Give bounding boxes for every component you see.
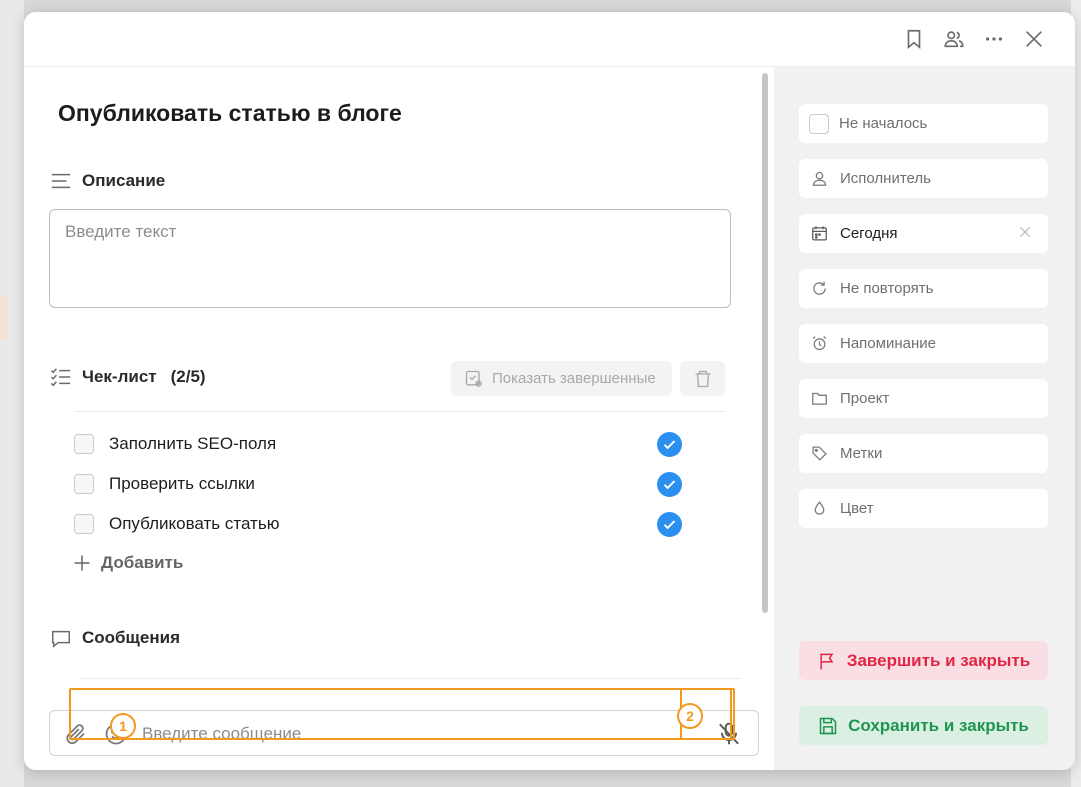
background-page-left	[0, 0, 24, 787]
checklist-item-label[interactable]: Проверить ссылки	[109, 474, 255, 494]
calendar-icon	[812, 226, 827, 241]
save-and-close-button[interactable]: Сохранить и закрыть	[799, 706, 1048, 745]
chat-bubble-icon	[52, 630, 70, 648]
checklist-label: Чек-лист	[82, 367, 157, 386]
bookmark-button[interactable]	[901, 26, 927, 52]
add-checklist-item-label: Добавить	[101, 553, 184, 572]
status-field[interactable]: Не началось	[799, 104, 1048, 143]
check-icon	[663, 520, 676, 530]
close-button[interactable]	[1021, 26, 1047, 52]
show-completed-label: Показать завершенные	[492, 370, 656, 387]
clear-date-icon[interactable]	[1018, 225, 1032, 239]
background-accent	[0, 296, 8, 340]
task-title[interactable]: Опубликовать статью в блоге	[58, 100, 402, 127]
more-horizontal-icon	[985, 37, 1003, 41]
users-icon	[944, 31, 964, 48]
trash-icon	[695, 370, 710, 387]
checklist-item-label[interactable]: Опубликовать статью	[109, 514, 279, 534]
checklist-item-checkbox[interactable]	[74, 514, 94, 534]
add-checklist-item-button[interactable]: Добавить	[72, 553, 183, 573]
more-button[interactable]	[981, 26, 1007, 52]
status-label: Не началось	[839, 115, 928, 132]
check-icon	[663, 480, 676, 490]
checklist-item-label[interactable]: Заполнить SEO-поля	[109, 434, 276, 454]
task-modal: Опубликовать статью в блоге Описание Вве…	[24, 12, 1075, 770]
color-label: Цвет	[840, 500, 874, 517]
members-button[interactable]	[941, 26, 967, 52]
checklist-item: Заполнить SEO-поля	[74, 430, 684, 458]
checklist-item-done-button[interactable]	[657, 472, 682, 497]
tags-field[interactable]: Метки	[799, 434, 1048, 473]
finish-and-close-button[interactable]: Завершить и закрыть	[799, 641, 1048, 680]
annotation-marker-1: 1	[110, 713, 136, 739]
text-lines-icon	[51, 173, 71, 189]
description-input[interactable]: Введите текст	[49, 209, 731, 308]
due-date-label: Сегодня	[840, 225, 898, 242]
checklist-item-checkbox[interactable]	[74, 434, 94, 454]
check-icon	[663, 440, 676, 450]
status-checkbox[interactable]	[809, 113, 829, 134]
color-field[interactable]: Цвет	[799, 489, 1048, 528]
checklist-item: Опубликовать статью	[74, 510, 684, 538]
repeat-icon	[813, 281, 826, 295]
main-scrollbar[interactable]	[762, 73, 768, 613]
due-date-field[interactable]: Сегодня	[799, 214, 1048, 253]
modal-header	[24, 12, 1075, 67]
finish-and-close-label: Завершить и закрыть	[846, 650, 1031, 670]
save-and-close-label: Сохранить и закрыть	[848, 715, 1029, 735]
close-icon	[1026, 31, 1042, 47]
eye-check-icon	[465, 370, 482, 387]
header-actions	[901, 26, 1047, 52]
task-main-panel: Опубликовать статью в блоге Описание Вве…	[24, 67, 774, 770]
alarm-clock-icon	[812, 336, 827, 351]
checklist-count: (2/5)	[170, 367, 206, 386]
messages-label: Сообщения	[82, 628, 180, 647]
tag-icon	[812, 446, 827, 461]
checklist-item-done-button[interactable]	[657, 512, 682, 537]
message-input[interactable]: Введите сообщение	[142, 724, 301, 744]
user-icon	[812, 171, 827, 186]
plus-icon	[74, 555, 90, 571]
project-label: Проект	[840, 390, 890, 407]
checklist-icon	[50, 368, 71, 387]
microphone-off-icon[interactable]	[716, 721, 742, 747]
annotation-marker-2: 2	[677, 703, 703, 729]
bookmark-icon	[907, 29, 921, 50]
assignee-label: Исполнитель	[840, 170, 931, 187]
repeat-field[interactable]: Не повторять	[799, 269, 1048, 308]
droplet-icon	[814, 501, 825, 515]
checklist-item: Проверить ссылки	[74, 470, 684, 498]
message-composer: Введите сообщение	[49, 710, 759, 756]
assignee-field[interactable]: Исполнитель	[799, 159, 1048, 198]
paperclip-icon[interactable]	[64, 722, 88, 746]
checklist-item-done-button[interactable]	[657, 432, 682, 457]
repeat-label: Не повторять	[840, 280, 934, 297]
description-header: Описание	[50, 170, 165, 192]
folder-icon	[812, 392, 827, 405]
description-label: Описание	[82, 171, 166, 190]
flag-icon	[820, 653, 834, 669]
tags-label: Метки	[840, 445, 883, 462]
show-completed-button[interactable]: Показать завершенные	[451, 361, 672, 396]
checklist-divider	[74, 411, 726, 412]
messages-header: Сообщения	[50, 627, 180, 649]
task-properties-panel: Не началось Исполнитель Сегодня Не повто…	[774, 67, 1075, 770]
project-field[interactable]: Проект	[799, 379, 1048, 418]
checklist-header: Чек-лист (2/5)	[50, 366, 206, 388]
reminder-field[interactable]: Напоминание	[799, 324, 1048, 363]
reminder-label: Напоминание	[840, 335, 936, 352]
delete-checklist-button[interactable]	[680, 361, 725, 396]
checklist-item-checkbox[interactable]	[74, 474, 94, 494]
save-disk-icon	[819, 717, 837, 734]
messages-divider	[80, 678, 742, 679]
